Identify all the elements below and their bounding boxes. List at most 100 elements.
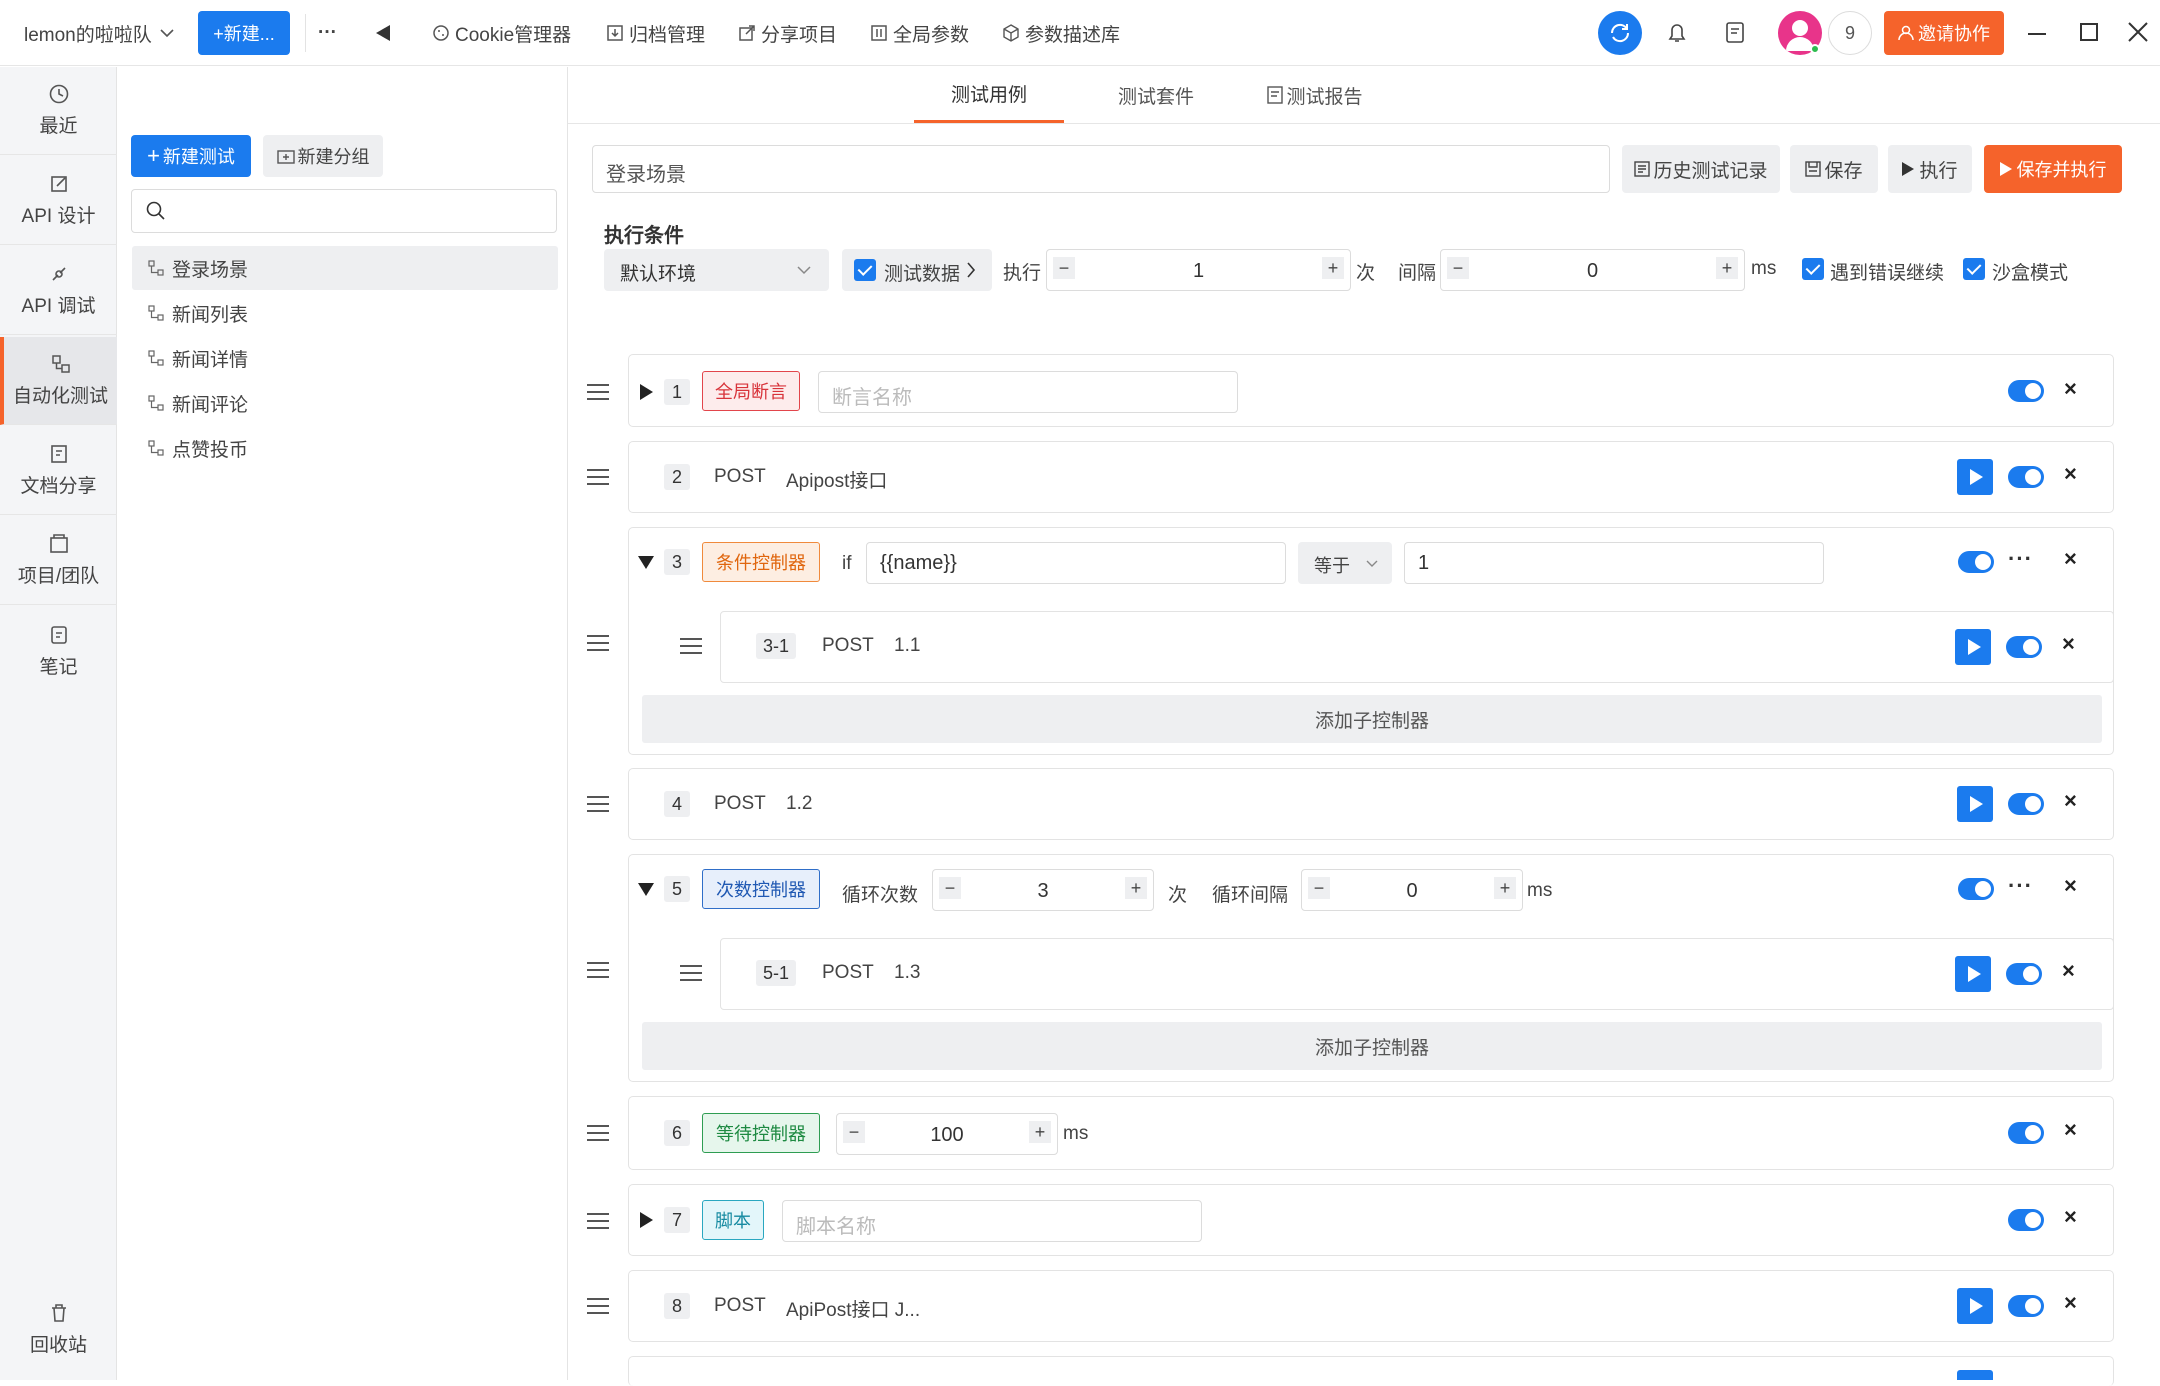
tab-test-reports[interactable]: 测试报告 xyxy=(1240,67,1390,123)
play-icon[interactable] xyxy=(1955,629,1991,665)
script-name-input[interactable]: 脚本名称 xyxy=(782,1200,1202,1242)
env-select[interactable]: 默认环境 xyxy=(604,249,829,291)
enable-toggle[interactable] xyxy=(2008,1295,2044,1317)
test-name-input[interactable]: 登录场景 xyxy=(592,145,1610,193)
back-icon[interactable] xyxy=(376,25,390,41)
new-test-button[interactable]: + 新建测试 xyxy=(131,135,251,177)
close-icon[interactable]: × xyxy=(2064,546,2077,572)
collapse-icon[interactable] xyxy=(638,556,654,569)
close-icon[interactable]: × xyxy=(2064,1117,2077,1143)
close-icon[interactable]: × xyxy=(2062,631,2075,657)
step-name[interactable]: ApiPost接口 J... xyxy=(786,1295,920,1322)
step-name[interactable]: 1.3 xyxy=(894,962,920,984)
drag-handle[interactable] xyxy=(587,1213,609,1229)
expand-icon[interactable] xyxy=(640,384,653,400)
more-icon[interactable]: ··· xyxy=(318,0,337,66)
tree-item[interactable]: 点赞投币 xyxy=(132,426,558,470)
continue-on-error-checkbox[interactable] xyxy=(1802,258,1824,280)
close-icon[interactable]: × xyxy=(2064,873,2077,899)
tab-test-suites[interactable]: 测试套件 xyxy=(1086,67,1226,123)
close-icon[interactable]: × xyxy=(2064,376,2077,402)
invite-button[interactable]: 邀请协作 xyxy=(1884,11,2004,55)
add-child-controller-button[interactable]: 添加子控制器 xyxy=(642,695,2102,743)
interval-value[interactable]: 0 xyxy=(1441,250,1744,292)
nav-automation[interactable]: 自动化测试 xyxy=(0,337,117,425)
add-child-controller-button[interactable]: 添加子控制器 xyxy=(642,1022,2102,1070)
wait-value[interactable]: 100 xyxy=(837,1114,1057,1156)
nav-notes[interactable]: 笔记 xyxy=(0,607,117,695)
tab-test-cases[interactable]: 测试用例 xyxy=(914,67,1064,123)
increment-button[interactable]: + xyxy=(1029,1121,1051,1143)
tree-item[interactable]: 新闻详情 xyxy=(132,336,558,380)
step-name[interactable]: 1.2 xyxy=(786,793,812,815)
tree-search-input[interactable] xyxy=(131,189,557,233)
condition-variable-input[interactable]: {{name}} xyxy=(866,542,1286,584)
exec-count-value[interactable]: 1 xyxy=(1047,250,1350,292)
test-data-checkbox[interactable] xyxy=(854,259,876,281)
drag-handle[interactable] xyxy=(680,965,702,981)
drag-handle[interactable] xyxy=(587,635,609,651)
save-and-run-button[interactable]: 保存并执行 xyxy=(1984,145,2122,193)
nav-api-debug[interactable]: API 调试 xyxy=(0,247,117,335)
drag-handle[interactable] xyxy=(587,384,609,400)
close-icon[interactable]: × xyxy=(2064,461,2077,487)
enable-toggle[interactable] xyxy=(2006,636,2042,658)
archive-button[interactable]: 归档管理 xyxy=(606,0,705,66)
play-icon[interactable] xyxy=(1957,1370,1993,1380)
expand-icon[interactable] xyxy=(640,1212,653,1228)
condition-value-input[interactable]: 1 xyxy=(1404,542,1824,584)
interval-stepper[interactable]: − 0 + xyxy=(1440,249,1745,291)
history-button[interactable]: 历史测试记录 xyxy=(1622,145,1780,193)
tree-item[interactable]: 登录场景 xyxy=(132,246,558,290)
increment-button[interactable]: + xyxy=(1125,877,1147,899)
minimize-icon[interactable] xyxy=(2028,33,2046,35)
member-count-badge[interactable]: 9 xyxy=(1828,11,1872,55)
new-group-button[interactable]: 新建分组 xyxy=(263,135,383,177)
loop-count-stepper[interactable]: − 3 + xyxy=(932,869,1154,911)
drag-handle[interactable] xyxy=(587,1298,609,1314)
drag-handle[interactable] xyxy=(587,469,609,485)
play-icon[interactable] xyxy=(1957,786,1993,822)
more-icon[interactable]: ··· xyxy=(2008,546,2033,572)
close-icon[interactable]: × xyxy=(2062,958,2075,984)
nav-trash[interactable]: 回收站 xyxy=(0,1285,117,1373)
tree-item[interactable]: 新闻评论 xyxy=(132,381,558,425)
close-window-icon[interactable] xyxy=(2128,22,2148,42)
enable-toggle[interactable] xyxy=(2008,380,2044,402)
enable-toggle[interactable] xyxy=(2008,466,2044,488)
maximize-icon[interactable] xyxy=(2080,23,2098,41)
drag-handle[interactable] xyxy=(587,796,609,812)
nav-api-design[interactable]: API 设计 xyxy=(0,157,117,245)
nav-doc-share[interactable]: 文档分享 xyxy=(0,427,117,515)
enable-toggle[interactable] xyxy=(2008,793,2044,815)
tree-item[interactable]: 新闻列表 xyxy=(132,291,558,335)
new-button[interactable]: +新建... xyxy=(198,11,290,55)
drag-handle[interactable] xyxy=(587,1125,609,1141)
share-project-button[interactable]: 分享项目 xyxy=(738,0,837,66)
increment-button[interactable]: + xyxy=(1322,257,1344,279)
enable-toggle[interactable] xyxy=(2008,1122,2044,1144)
run-button[interactable]: 执行 xyxy=(1888,145,1972,193)
wait-stepper[interactable]: − 100 + xyxy=(836,1113,1058,1155)
play-icon[interactable] xyxy=(1957,1288,1993,1324)
cookie-manager-button[interactable]: Cookie管理器 xyxy=(432,0,571,66)
enable-toggle[interactable] xyxy=(1958,551,1994,573)
loop-interval-value[interactable]: 0 xyxy=(1302,870,1522,912)
collapse-icon[interactable] xyxy=(638,883,654,896)
bell-icon[interactable] xyxy=(1666,21,1688,45)
sandbox-checkbox[interactable] xyxy=(1963,258,1985,280)
test-data-toggle[interactable]: 测试数据 xyxy=(842,249,992,291)
close-icon[interactable]: × xyxy=(2064,1290,2077,1316)
step-name[interactable]: 1.1 xyxy=(894,635,920,657)
nav-recent[interactable]: 最近 xyxy=(0,67,117,155)
drag-handle[interactable] xyxy=(587,962,609,978)
loop-interval-stepper[interactable]: − 0 + xyxy=(1301,869,1523,911)
save-button[interactable]: 保存 xyxy=(1790,145,1878,193)
step-name[interactable]: Apipost接口 xyxy=(786,466,887,493)
increment-button[interactable]: + xyxy=(1716,257,1738,279)
increment-button[interactable]: + xyxy=(1494,877,1516,899)
team-switcher[interactable]: lemon的啦啦队 xyxy=(24,0,179,66)
play-icon[interactable] xyxy=(1957,459,1993,495)
global-params-button[interactable]: 全局参数 xyxy=(870,0,969,66)
drag-handle[interactable] xyxy=(680,638,702,654)
